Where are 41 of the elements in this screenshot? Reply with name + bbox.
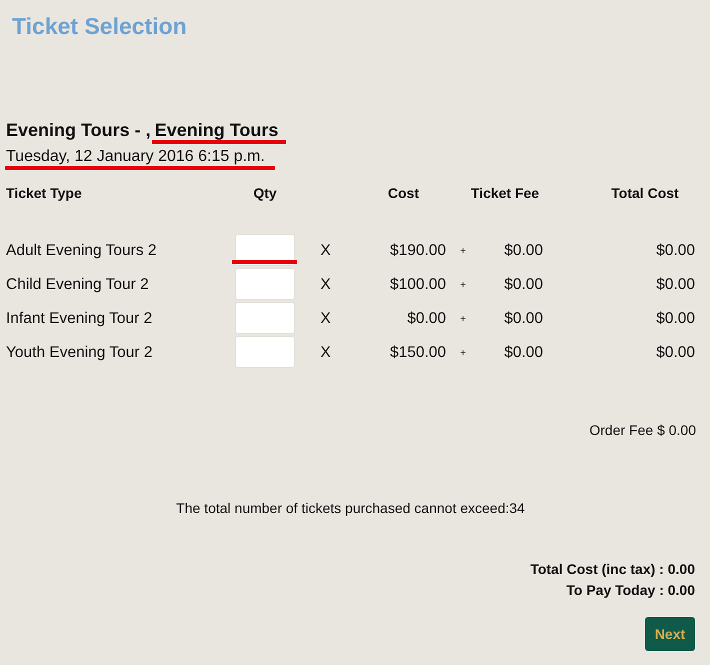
quantity-field[interactable] — [235, 302, 295, 334]
column-header: Ticket Type — [6, 185, 83, 201]
row-total-cost: $0.00 — [656, 276, 695, 294]
ticket-cost: $190.00 — [390, 242, 446, 260]
column-header: Total Cost — [610, 185, 680, 201]
ticket-limit-message: The total number of tickets purchased cannot exceed:34 — [176, 499, 525, 518]
ticket-cost: $0.00 — [407, 310, 446, 328]
event-title: Evening Tours - , — [6, 120, 151, 141]
plus-sign: + — [460, 314, 466, 324]
event-name: Evening Tours — [154, 120, 278, 141]
plus-sign: + — [460, 246, 466, 256]
ticket-type: Adult Evening Tours 2 — [6, 242, 157, 260]
ticket-type: Youth Evening Tour 2 — [6, 344, 153, 362]
ticket-fee: $0.00 — [504, 242, 543, 260]
ticket-type: Infant Evening Tour 2 — [6, 310, 152, 328]
order-fee: Order Fee $ 0.00 — [589, 421, 696, 440]
ticket-fee: $0.00 — [504, 310, 543, 328]
quantity-field[interactable] — [235, 336, 295, 368]
column-header: Ticket Fee — [470, 185, 540, 201]
ticket-type: Child Evening Tour 2 — [6, 276, 149, 294]
multiply-sign: X — [320, 310, 331, 328]
page-title: Ticket Selection — [12, 12, 188, 40]
multiply-sign: X — [320, 276, 331, 294]
next-button[interactable]: Next — [645, 617, 695, 651]
row-total-cost: $0.00 — [656, 344, 695, 362]
column-header: Qty — [252, 185, 278, 201]
ticket-cost: $150.00 — [390, 344, 446, 362]
multiply-sign: X — [320, 242, 331, 260]
quantity-field[interactable] — [235, 268, 295, 300]
row-total-cost: $0.00 — [656, 310, 695, 328]
plus-sign: + — [460, 348, 466, 358]
ticket-fee: $0.00 — [504, 344, 543, 362]
total-summary: To Pay Today : 0.00 — [566, 581, 695, 600]
column-header: Cost — [386, 185, 419, 201]
row-total-cost: $0.00 — [656, 242, 695, 260]
plus-sign: + — [460, 280, 466, 290]
total-summary: Total Cost (inc tax) : 0.00 — [530, 560, 695, 579]
ticket-fee: $0.00 — [504, 276, 543, 294]
ticket-cost: $100.00 — [390, 276, 446, 294]
event-date: Tuesday, 12 January 2016 6:15 p.m. — [6, 147, 265, 166]
multiply-sign: X — [320, 344, 331, 362]
